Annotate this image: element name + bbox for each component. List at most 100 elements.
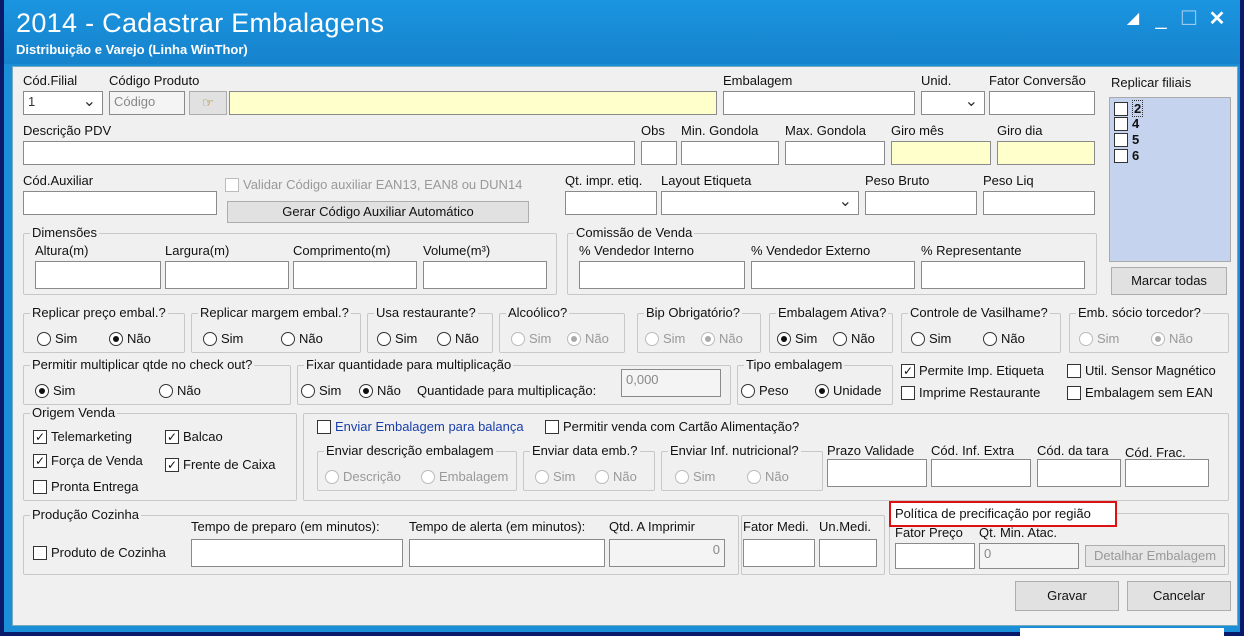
tempo-preparo-input[interactable] (191, 539, 403, 567)
marcar-todas-button[interactable]: Marcar todas (1111, 267, 1227, 295)
obs-input[interactable] (641, 141, 677, 165)
peso-bruto-input[interactable] (865, 191, 977, 215)
search-product-button[interactable]: ☞ (189, 91, 227, 115)
imprime-restaurante-checkbox[interactable]: Imprime Restaurante (901, 385, 1040, 400)
cod-produto-input[interactable]: Código (109, 91, 185, 115)
filiais-list[interactable]: 2 4 5 6 (1109, 97, 1231, 262)
giro-mes-input[interactable] (891, 141, 991, 165)
telemarketing-checkbox[interactable]: ✓ Telemarketing (33, 429, 132, 444)
maximize-button[interactable]: ☐ (1176, 6, 1202, 32)
gerar-codigo-button[interactable]: Gerar Código Auxiliar Automático (227, 201, 529, 223)
cod-tara-input[interactable] (1037, 459, 1121, 487)
socio-sim[interactable]: Sim (1079, 331, 1119, 346)
usa-restaurante-sim[interactable]: Sim (377, 331, 417, 346)
bip-sim[interactable]: Sim (645, 331, 685, 346)
tipo-peso[interactable]: Peso (741, 383, 789, 398)
replicar-margem-sim[interactable]: Sim (203, 331, 243, 346)
minimize-button[interactable]: _ (1148, 6, 1174, 32)
cod-filial-label: Cód.Filial (23, 73, 78, 88)
cod-auxiliar-input[interactable] (23, 191, 217, 215)
descricao-pdv-input[interactable] (23, 141, 635, 165)
filial-6-checkbox[interactable]: 6 (1114, 148, 1139, 163)
env-data-sim[interactable]: Sim (535, 469, 575, 484)
cod-inf-extra-input[interactable] (931, 459, 1031, 487)
fixar-sim[interactable]: Sim (301, 383, 341, 398)
unid-label: Unid. (921, 73, 952, 88)
validar-codigo-checkbox[interactable]: Validar Código auxiliar EAN13, EAN8 ou D… (225, 177, 522, 192)
filial-5-checkbox[interactable]: 5 (1114, 132, 1139, 147)
usa-restaurante-nao[interactable]: Não (437, 331, 479, 346)
cod-filial-select[interactable]: 1 (23, 91, 103, 115)
comissao-title: Comissão de Venda (574, 225, 695, 240)
multiplicar-sim[interactable]: Sim (35, 383, 75, 398)
close-button[interactable]: ✕ (1204, 6, 1230, 32)
comprimento-input[interactable] (293, 261, 417, 289)
produto-cozinha-checkbox[interactable]: Produto de Cozinha (33, 545, 166, 560)
representante-input[interactable] (921, 261, 1085, 289)
window: 2014 - Cadastrar Embalagens Distribuição… (4, 0, 1240, 632)
cartao-alimentacao-checkbox[interactable]: Permitir venda com Cartão Alimentação? (545, 419, 799, 434)
replicar-preco-sim[interactable]: Sim (37, 331, 77, 346)
frente-caixa-checkbox[interactable]: ✓ Frente de Caixa (165, 457, 276, 472)
socio-nao[interactable]: Não (1151, 331, 1193, 346)
sem-ean-checkbox[interactable]: Embalagem sem EAN (1067, 385, 1213, 400)
embalagem-input[interactable] (723, 91, 915, 115)
tempo-alerta-input[interactable] (409, 539, 605, 567)
qt-min-atac-input[interactable]: 0 (979, 543, 1079, 569)
enviar-balanca-checkbox[interactable]: Enviar Embalagem para balança (317, 419, 524, 434)
imp-etiqueta-checkbox[interactable]: ✓ Permite Imp. Etiqueta (901, 363, 1044, 378)
vasilhame-nao[interactable]: Não (983, 331, 1025, 346)
peso-liq-input[interactable] (983, 191, 1095, 215)
forca-venda-checkbox[interactable]: ✓ Força de Venda (33, 453, 143, 468)
alcoolico-sim[interactable]: Sim (511, 331, 551, 346)
env-inf-sim[interactable]: Sim (675, 469, 715, 484)
fator-medi-input[interactable] (743, 539, 815, 567)
giro-mes-label: Giro mês (891, 123, 944, 138)
product-description-field[interactable] (229, 91, 717, 115)
cod-frac-input[interactable] (1125, 459, 1209, 487)
altura-input[interactable] (35, 261, 161, 289)
unid-select[interactable] (921, 91, 985, 115)
gravar-button[interactable]: Gravar (1015, 581, 1119, 611)
multiplicar-nao[interactable]: Não (159, 383, 201, 398)
filial-2-checkbox[interactable]: 2 (1114, 100, 1144, 117)
tipo-unidade[interactable]: Unidade (815, 383, 881, 398)
cod-produto-label: Código Produto (109, 73, 200, 88)
giro-dia-input[interactable] (997, 141, 1095, 165)
replicar-margem-nao[interactable]: Não (281, 331, 323, 346)
fator-preco-input[interactable] (895, 543, 975, 569)
largura-input[interactable] (165, 261, 289, 289)
env-data-nao[interactable]: Não (595, 469, 637, 484)
vendedor-interno-input[interactable] (579, 261, 745, 289)
embalagem-ativa-nao[interactable]: Não (833, 331, 875, 346)
alcoolico-nao[interactable]: Não (567, 331, 609, 346)
layout-etiqueta-select[interactable] (661, 191, 859, 215)
bip-nao[interactable]: Não (701, 331, 743, 346)
env-desc-embalagem[interactable]: Embalagem (421, 469, 508, 484)
env-inf-nao[interactable]: Não (747, 469, 789, 484)
fator-conversao-input[interactable] (989, 91, 1095, 115)
qtd-imprimir-input[interactable]: 0 (609, 539, 725, 567)
cancelar-button[interactable]: Cancelar (1127, 581, 1231, 611)
embalagem-ativa-sim[interactable]: Sim (777, 331, 817, 346)
min-gondola-input[interactable] (681, 141, 779, 165)
un-medi-input[interactable] (819, 539, 877, 567)
pronta-entrega-checkbox[interactable]: Pronta Entrega (33, 479, 138, 494)
replicar-filiais-label: Replicar filiais (1111, 75, 1192, 90)
sensor-magnetico-checkbox[interactable]: Util. Sensor Magnético (1067, 363, 1216, 378)
balcao-checkbox[interactable]: ✓ Balcao (165, 429, 223, 444)
prazo-validade-input[interactable] (827, 459, 927, 487)
qt-impr-etiq-input[interactable] (565, 191, 657, 215)
volume-input[interactable] (423, 261, 547, 289)
replicar-preco-nao[interactable]: Não (109, 331, 151, 346)
restore-icon[interactable]: ◢ (1120, 6, 1146, 32)
env-desc-descricao[interactable]: Descrição (325, 469, 401, 484)
qtd-mult-input[interactable]: 0,000 (621, 369, 721, 397)
detalhar-embalagem-button[interactable]: Detalhar Embalagem (1085, 545, 1225, 567)
filial-4-checkbox[interactable]: 4 (1114, 116, 1139, 131)
fixar-nao[interactable]: Não (359, 383, 401, 398)
vasilhame-sim[interactable]: Sim (911, 331, 951, 346)
fator-medi-label: Fator Medi. (743, 519, 809, 534)
vendedor-externo-input[interactable] (751, 261, 915, 289)
max-gondola-input[interactable] (785, 141, 885, 165)
